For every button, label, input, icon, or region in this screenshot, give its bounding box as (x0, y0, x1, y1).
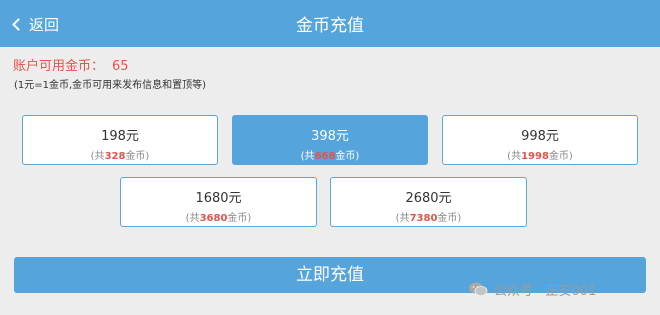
option-coins: (共1998金币) (507, 151, 573, 162)
option-price: 998元 (521, 129, 559, 144)
recharge-option-2680[interactable]: 2680元 (共7380金币) (330, 177, 527, 227)
watermark-text: 公众号 · 正安001 (494, 283, 597, 299)
recharge-option-998[interactable]: 998元 (共1998金币) (442, 115, 638, 165)
watermark: 公众号 · 正安001 (468, 279, 596, 299)
option-coins: (共3680金币) (185, 213, 252, 224)
page-title: 金币充值 (296, 16, 364, 36)
option-coins: (共328金币) (90, 151, 150, 162)
option-price: 2680元 (405, 191, 452, 206)
option-coins: (共7380金币) (395, 213, 462, 224)
recharge-option-1680[interactable]: 1680元 (共3680金币) (120, 177, 317, 227)
account-balance: 账户可用金币： 65 (13, 55, 129, 74)
recharge-option-198[interactable]: 198元 (共328金币) (22, 115, 218, 165)
balance-value: 65 (112, 59, 129, 74)
option-price: 198元 (101, 129, 139, 144)
recharge-option-398[interactable]: 398元 (共668金币) (232, 115, 428, 165)
balance-label: 账户可用金币： (13, 59, 105, 74)
top-bar: 返回 金币充值 (0, 0, 660, 47)
option-price: 398元 (311, 129, 349, 144)
exchange-note: (1元=1金币,金币可用来发布信息和置顶等) (14, 80, 207, 91)
option-price: 1680元 (195, 191, 242, 206)
option-coins: (共668金币) (300, 151, 360, 162)
wechat-icon (469, 282, 488, 296)
